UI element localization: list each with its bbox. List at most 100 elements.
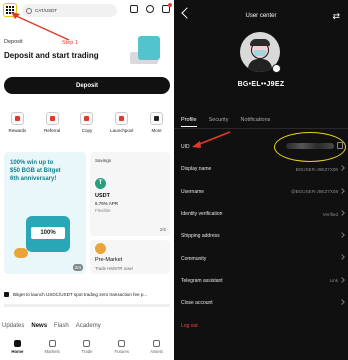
carousel-page: 2/6 <box>159 227 166 232</box>
tab-academy[interactable]: Academy <box>76 323 101 329</box>
row-telegram-assistant[interactable]: Telegram assistant Link <box>174 270 348 292</box>
shortcut-rewards[interactable]: Rewards <box>1 112 33 133</box>
tab-updates[interactable]: Updates <box>2 323 24 329</box>
shortcut-referral[interactable]: Referral <box>36 112 68 133</box>
nav-assets[interactable]: Assets <box>142 340 172 354</box>
tab-news[interactable]: News <box>31 323 47 329</box>
shortcut-launchpool[interactable]: Launchpool <box>106 112 138 133</box>
avatar-mask <box>254 50 266 56</box>
row-log-out[interactable]: Log out <box>174 314 348 336</box>
feed-tabs: Updates News Flash Academy <box>2 323 101 329</box>
row-label: Username <box>181 188 205 195</box>
nav-trade[interactable]: Trade <box>72 340 102 354</box>
scan-icon[interactable] <box>130 5 138 13</box>
chevron-right-icon <box>339 276 345 283</box>
savings-type: Flexible <box>95 208 111 213</box>
assets-icon <box>153 340 161 347</box>
shortcut-label: Referral <box>44 128 61 133</box>
savings-coin: USDT <box>95 193 110 199</box>
savings-label: Savings <box>95 158 112 163</box>
futures-icon <box>118 340 126 347</box>
row-label: Display name <box>181 166 212 173</box>
nav-label: Home <box>11 349 24 354</box>
promo-line: $50 BGB at Bitget <box>10 168 61 174</box>
row-label: Shipping address <box>181 233 220 240</box>
row-label: Identity verification <box>181 211 223 218</box>
tab-security[interactable]: Security <box>209 117 229 127</box>
home-icon <box>13 340 21 347</box>
promo-line: 100% win up to <box>10 160 54 166</box>
support-icon[interactable] <box>146 5 154 13</box>
top-actions <box>130 3 172 13</box>
shortcut-label: Copy <box>81 128 93 133</box>
news-headline: Bitget to launch USDC/USDT spot trading … <box>13 292 148 297</box>
coin-illustration <box>14 248 28 258</box>
tab-notifications[interactable]: Notifications <box>240 117 270 127</box>
savings-card[interactable]: Savings T USDT 6.76% APR Flexible 2/6 <box>90 152 170 236</box>
notification-icon[interactable] <box>162 3 172 13</box>
nav-home[interactable]: Home <box>2 340 32 354</box>
referral-icon <box>45 112 59 125</box>
gift-icon <box>10 112 24 125</box>
switch-account-icon[interactable]: ⇄ <box>332 11 340 22</box>
user-center-screen: User center ⇄ BG•EL••J9EZ Profile Securi… <box>174 0 348 360</box>
row-value: @BGUSER-J9EZ7X08 <box>290 189 338 195</box>
more-icon <box>150 112 164 125</box>
deposit-button[interactable]: Deposit <box>4 77 170 94</box>
row-close-account[interactable]: Close account <box>174 292 348 314</box>
tab-flash[interactable]: Flash <box>54 323 69 329</box>
chevron-right-icon <box>339 165 345 172</box>
nav-futures[interactable]: Futures <box>107 340 137 354</box>
launchpool-icon <box>115 112 129 125</box>
nav-markets[interactable]: Markets <box>37 340 67 354</box>
nav-label: Markets <box>44 349 60 354</box>
row-label: Telegram assistant <box>181 277 223 284</box>
news-ticker[interactable]: Bitget to launch USDC/USDT spot trading … <box>4 292 170 297</box>
chevron-right-icon <box>339 210 345 216</box>
promo-text: 100% win up to $50 BGB at Bitget 6th ann… <box>10 159 61 183</box>
home-screen: CAT/USDT Step 1 Deposit Deposit and star… <box>0 0 174 360</box>
notification-dot <box>168 3 172 7</box>
tab-divider <box>174 128 348 129</box>
row-shipping-address[interactable]: Shipping address <box>174 225 348 247</box>
markets-icon <box>48 340 56 347</box>
row-label: Log out <box>181 322 198 329</box>
row-username[interactable]: Username @BGUSER-J9EZ7X08 <box>174 181 348 203</box>
shortcut-more[interactable]: More <box>141 112 173 133</box>
chevron-right-icon <box>339 187 345 194</box>
profile-tabs: Profile Security Notifications <box>181 117 270 127</box>
shortcut-copy[interactable]: Copy <box>71 112 103 133</box>
shortcut-label: Rewards <box>8 128 27 133</box>
chevron-right-icon <box>339 299 345 305</box>
chevron-right-icon <box>339 254 345 261</box>
row-identity-verification[interactable]: Identity verification Verified <box>174 203 348 225</box>
avatar-body <box>248 59 272 72</box>
bottom-navigation: Home Markets Trade Futures Assets <box>0 336 174 360</box>
annotation-arrow <box>192 131 231 148</box>
savings-apr: 6.76% APR <box>95 201 119 206</box>
nav-label: Futures <box>114 349 130 354</box>
avatar-hair <box>250 39 270 46</box>
row-display-name[interactable]: Display name BGUSER-J9EZ7X08 <box>174 158 348 180</box>
profile-list: UID Display name BGUSER-J9EZ7X08 Usernam… <box>174 136 348 337</box>
deposit-title: Deposit <box>4 39 23 45</box>
username: BG•EL••J9EZ <box>237 81 285 88</box>
row-community[interactable]: Community <box>174 247 348 269</box>
premarket-card[interactable]: Pre-Market Trade HMSTR now! <box>90 240 170 274</box>
premarket-title: Pre-Market <box>95 257 123 263</box>
edit-avatar-icon[interactable] <box>272 64 281 73</box>
trade-icon <box>83 340 91 347</box>
nav-label: Trade <box>81 349 93 354</box>
chevron-right-icon <box>339 232 345 239</box>
carousel-page: 3/4 <box>72 264 83 271</box>
copy-trade-icon <box>80 112 94 125</box>
page-title: User center <box>245 13 277 19</box>
news-placeholder <box>4 304 170 307</box>
row-value: Link <box>329 278 338 284</box>
tab-profile[interactable]: Profile <box>181 117 197 127</box>
shortcut-label: More <box>151 128 162 133</box>
annotation-highlight <box>274 132 346 162</box>
annotation-arrow <box>11 12 70 41</box>
slot-machine-screen: 100% <box>31 227 65 239</box>
promo-banner[interactable]: 100% win up to $50 BGB at Bitget 6th ann… <box>4 152 86 274</box>
